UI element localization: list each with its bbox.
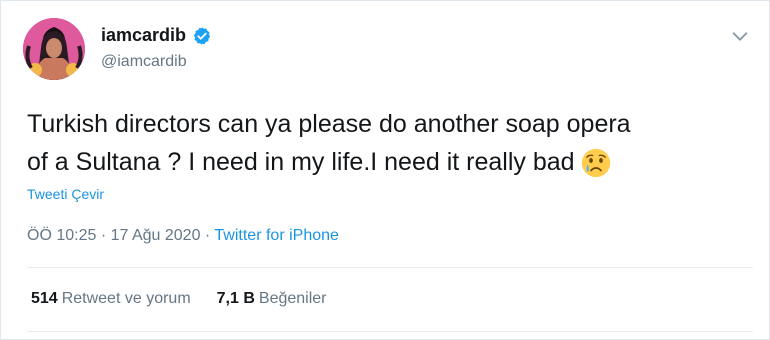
meta-separator: ·	[96, 227, 111, 244]
verified-badge-icon	[193, 26, 211, 45]
translate-tweet-link[interactable]: Tweeti Çevir	[27, 186, 104, 202]
tweet-line-2: of a Sultana ? I need in my life.I need …	[27, 143, 747, 181]
avatar-image	[23, 18, 85, 80]
chevron-down-icon[interactable]	[729, 25, 751, 47]
tweet-text: Turkish directors can ya please do anoth…	[27, 105, 747, 181]
likes-stat[interactable]: 7,1 B Beğeniler	[217, 290, 327, 308]
likes-label: Beğeniler	[258, 290, 327, 307]
retweets-count: 514	[31, 290, 58, 307]
tweet-line-2-text: of a Sultana ? I need in my life.I need …	[27, 148, 575, 176]
retweets-label: Retweet ve yorum	[61, 290, 191, 307]
tweet-card: iamcardib @iamcardib Turkish directors c…	[0, 0, 770, 340]
crying-face-emoji	[581, 149, 610, 178]
name-row: iamcardib	[101, 25, 212, 46]
avatar[interactable]	[23, 18, 85, 80]
display-name[interactable]: iamcardib	[101, 25, 186, 46]
tweet-source-link[interactable]: Twitter for iPhone	[214, 227, 339, 244]
tweet-meta: ÖÖ 10:25 · 17 Ağu 2020 · Twitter for iPh…	[27, 227, 339, 245]
tweet-stats: 514 Retweet ve yorum 7,1 B Beğeniler	[31, 290, 353, 308]
divider	[27, 331, 753, 332]
tweet-line-1: Turkish directors can ya please do anoth…	[27, 110, 631, 138]
tweet-date[interactable]: 17 Ağu 2020	[111, 227, 201, 244]
retweets-stat[interactable]: 514 Retweet ve yorum	[31, 290, 191, 308]
likes-count: 7,1 B	[216, 290, 255, 307]
meta-separator: ·	[200, 227, 215, 244]
user-handle[interactable]: @iamcardib	[101, 53, 187, 71]
tweet-time[interactable]: ÖÖ 10:25	[27, 227, 96, 244]
divider	[27, 267, 753, 268]
